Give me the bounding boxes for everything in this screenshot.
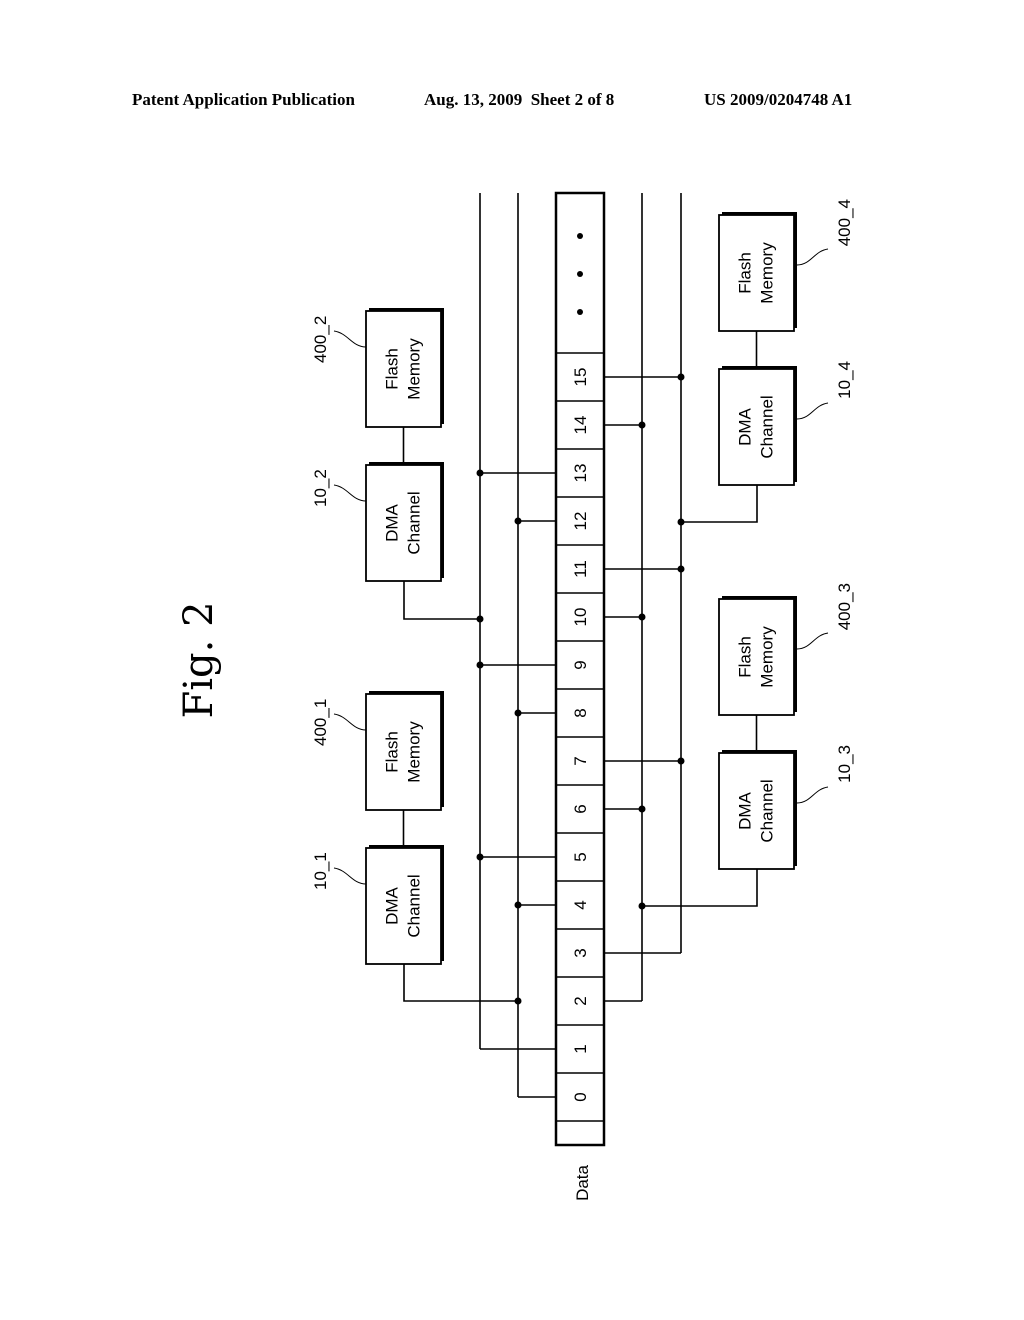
channel-10_1: DMA Channel Flash Memory 10_1 400_1: [311, 691, 518, 1002]
dma-channel-box-label-1: DMA: [383, 503, 402, 541]
dma-channel-box: [718, 368, 795, 486]
data-slot-0: 0: [571, 1092, 590, 1101]
dma-channel-box-label-1: DMA: [736, 791, 755, 829]
data-slot-4: 4: [571, 900, 590, 909]
junction-dot: [476, 469, 484, 477]
junction-dot: [638, 805, 646, 813]
flash-memory-box: [718, 214, 795, 332]
data-slot-7: 7: [571, 756, 590, 765]
flash-memory-box-label-1: Flash: [383, 731, 402, 773]
junction-dot: [677, 757, 685, 765]
leader-line: [796, 402, 829, 420]
dma-channel-box-label-1: DMA: [736, 407, 755, 445]
dma-bus-wire: [642, 869, 758, 907]
dma-bus-wire: [403, 964, 518, 1002]
flash-memory-box-label-1: Flash: [736, 636, 755, 678]
dma-channel-box: [365, 847, 442, 965]
ellipsis-dot: [577, 271, 583, 277]
flash-memory-box-label-1: Flash: [383, 348, 402, 390]
ref-label-memory: 400_3: [835, 583, 854, 630]
leader-line: [796, 632, 829, 650]
data-slot-13: 13: [571, 464, 590, 483]
junction-dot: [638, 613, 646, 621]
data-slot-6: 6: [571, 804, 590, 813]
channel-10_4: DMA Channel Flash Memory 10_4 400_4: [681, 199, 854, 523]
flash-memory-box: [365, 693, 442, 811]
data-slot-14: 14: [571, 416, 590, 435]
dma-channel-box-label-1: DMA: [383, 886, 402, 924]
flash-memory-box-label-2: Memory: [405, 338, 424, 400]
ref-label-dma: 10_1: [311, 852, 330, 890]
leader-line: [333, 867, 367, 885]
junction-dot: [638, 421, 646, 429]
junction-dot: [677, 565, 685, 573]
flash-memory-box-label-2: Memory: [405, 721, 424, 783]
leader-line: [333, 330, 367, 348]
dma-bus-wire: [681, 485, 758, 523]
data-slot-2: 2: [571, 996, 590, 1005]
junction-dot: [514, 517, 522, 525]
ref-label-dma: 10_2: [311, 469, 330, 507]
leader-line: [333, 484, 367, 502]
data-slot-9: 9: [571, 660, 590, 669]
data-slot-10: 10: [571, 608, 590, 627]
data-slot-5: 5: [571, 852, 590, 861]
data-slot-3: 3: [571, 948, 590, 957]
flash-memory-box-label-1: Flash: [736, 252, 755, 294]
ref-label-dma: 10_4: [835, 361, 854, 399]
dma-channel-box-label-2: Channel: [405, 874, 424, 937]
data-slot-8: 8: [571, 708, 590, 717]
data-label: Data: [573, 1164, 592, 1200]
flash-memory-box: [365, 310, 442, 428]
junction-dot: [476, 853, 484, 861]
flash-memory-box-label-2: Memory: [758, 626, 777, 688]
leader-line: [796, 786, 829, 804]
dma-channel-box-label-2: Channel: [405, 491, 424, 554]
dma-channel-box: [718, 752, 795, 870]
junction-dot: [514, 901, 522, 909]
data-slot-12: 12: [571, 512, 590, 531]
junction-dot: [476, 661, 484, 669]
data-slot-15: 15: [571, 368, 590, 387]
ref-label-memory: 400_4: [835, 199, 854, 246]
junction-dot: [514, 709, 522, 717]
leader-line: [333, 713, 367, 731]
leader-line: [796, 248, 829, 266]
ref-label-dma: 10_3: [835, 745, 854, 783]
dma-diagram: Fig. 2 0123456789101112131415 Data DMA Ch…: [176, 191, 854, 1201]
channel-10_2: DMA Channel Flash Memory 10_2 400_2: [311, 308, 480, 620]
data-slot-11: 11: [571, 560, 590, 578]
dma-channel-box-label-2: Channel: [758, 395, 777, 458]
dma-channel-box-label-2: Channel: [758, 779, 777, 842]
dma-bus-wire: [403, 581, 480, 620]
ellipsis-dot: [577, 233, 583, 239]
flash-memory-box-label-2: Memory: [758, 242, 777, 304]
figure-title: Fig. 2: [176, 601, 222, 718]
junction-dot: [677, 373, 685, 381]
ref-label-memory: 400_2: [311, 316, 330, 363]
ref-label-memory: 400_1: [311, 699, 330, 746]
ellipsis-dot: [577, 309, 583, 315]
data-slot-1: 1: [571, 1044, 590, 1053]
flash-memory-box: [718, 598, 795, 716]
channel-10_3: DMA Channel Flash Memory 10_3 400_3: [642, 583, 854, 907]
dma-channel-box: [365, 464, 442, 582]
